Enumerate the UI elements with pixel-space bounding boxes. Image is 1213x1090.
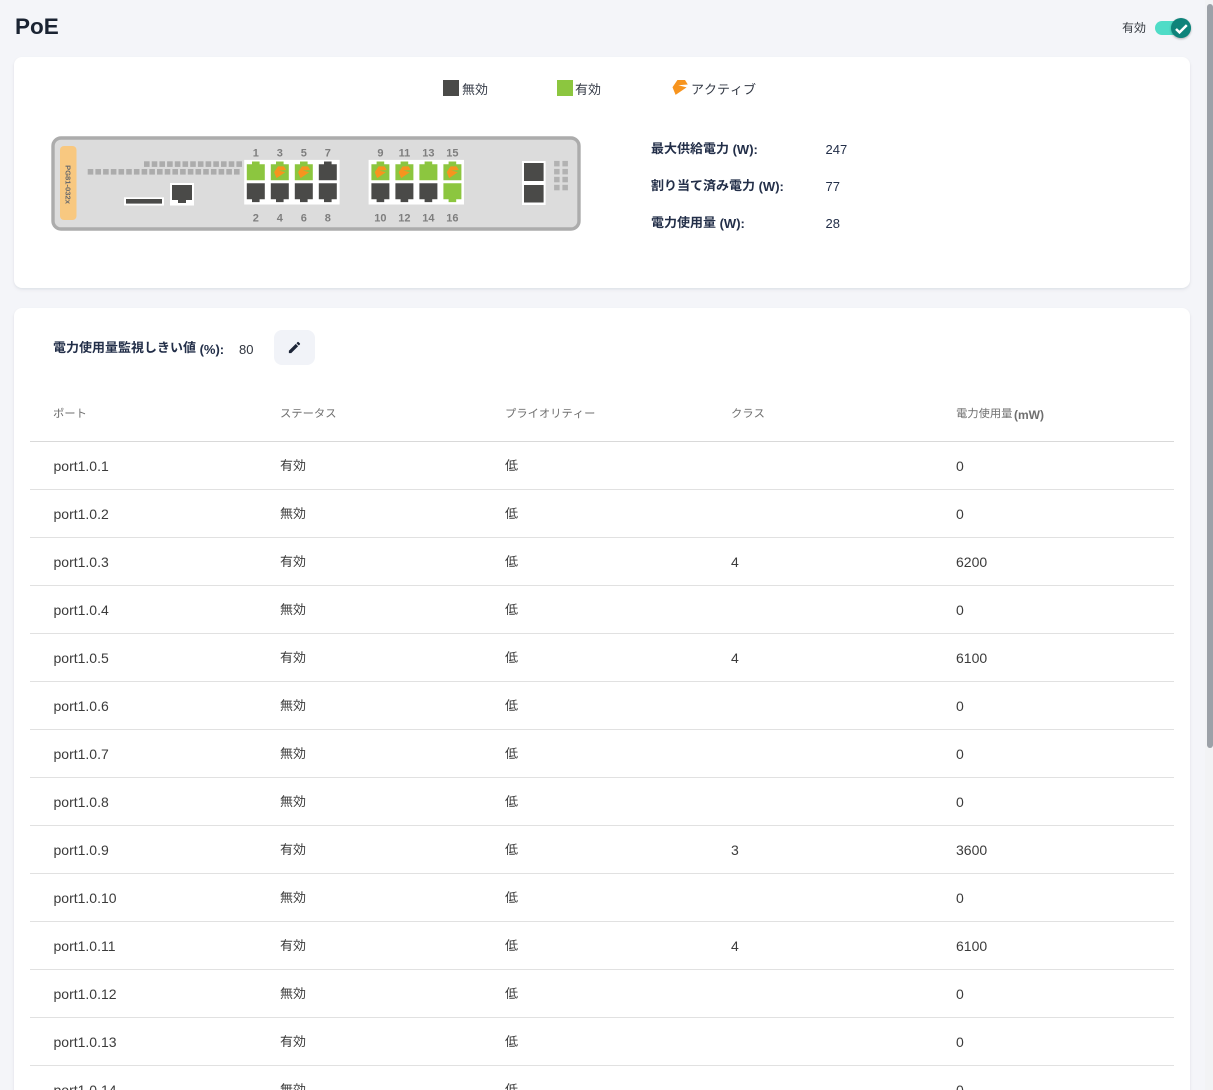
svg-text:14: 14 xyxy=(422,213,435,225)
svg-text:5: 5 xyxy=(301,148,307,160)
svg-text:10: 10 xyxy=(374,213,386,225)
svg-text:6: 6 xyxy=(301,213,307,225)
svg-text:15: 15 xyxy=(446,148,458,160)
svg-text:4: 4 xyxy=(277,213,284,225)
svg-text:12: 12 xyxy=(398,213,410,225)
svg-text:2: 2 xyxy=(253,213,259,225)
svg-text:9: 9 xyxy=(377,148,383,160)
svg-text:1: 1 xyxy=(253,148,259,160)
svg-text:8: 8 xyxy=(325,213,331,225)
svg-text:3: 3 xyxy=(277,148,283,160)
svg-text:PG81-032x: PG81-032x xyxy=(63,165,72,205)
svg-text:13: 13 xyxy=(422,148,434,160)
svg-text:7: 7 xyxy=(325,148,331,160)
svg-text:11: 11 xyxy=(399,148,411,160)
svg-text:16: 16 xyxy=(446,213,458,225)
